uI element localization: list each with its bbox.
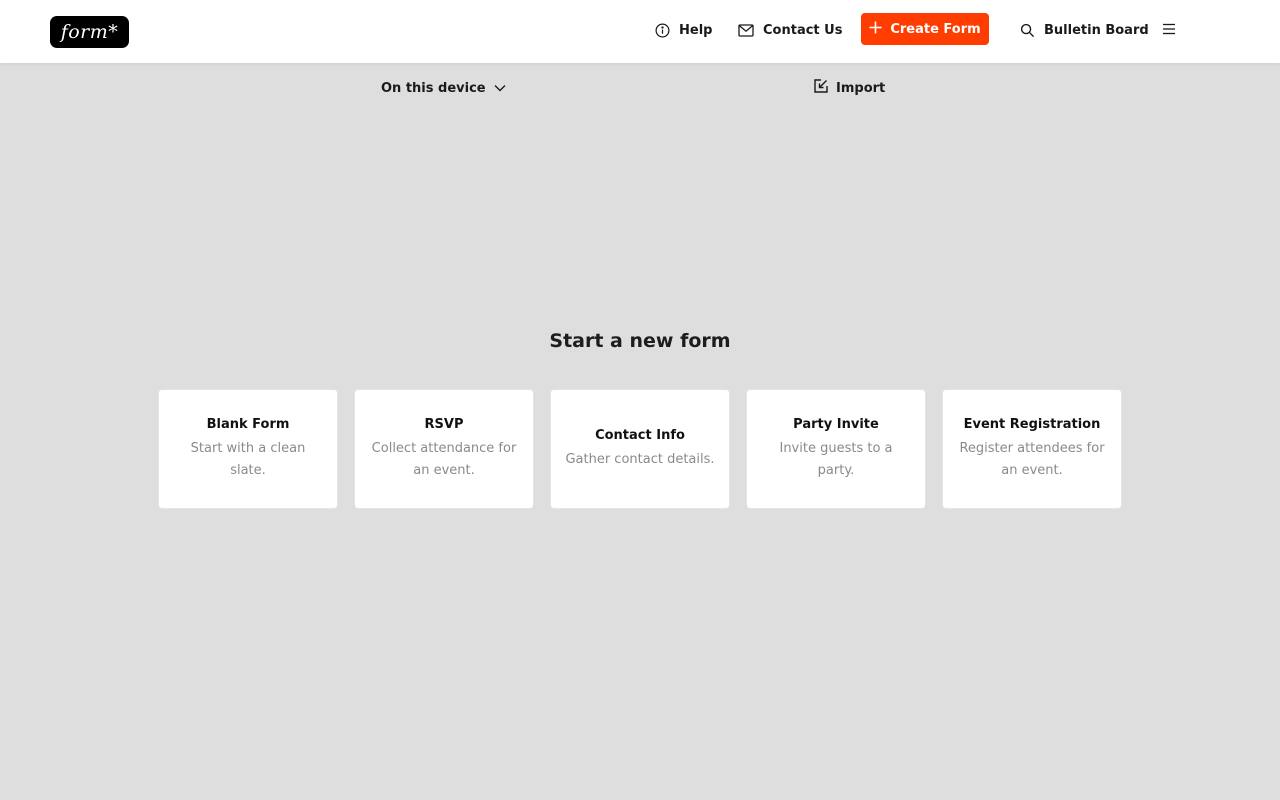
template-description: Gather contact details. bbox=[565, 451, 715, 467]
template-description: Invite guests to a party. bbox=[779, 440, 893, 478]
template-list: Blank Form Start with a clean slate. RSV… bbox=[158, 389, 1122, 509]
import-label: Import bbox=[836, 80, 886, 96]
template-card-party-invite[interactable]: Party Invite Invite guests to a party. bbox=[746, 389, 926, 509]
form-logo[interactable]: form* bbox=[50, 16, 129, 48]
info-icon bbox=[655, 23, 670, 38]
storage-location-label: On this device bbox=[381, 80, 486, 96]
import-icon bbox=[814, 79, 828, 97]
template-title: RSVP bbox=[424, 416, 464, 432]
contact-us-label: Contact Us bbox=[763, 22, 843, 38]
template-title: Party Invite bbox=[793, 416, 879, 432]
bulletin-board-link[interactable]: Bulletin Board bbox=[1020, 19, 1149, 41]
hamburger-menu-button[interactable] bbox=[1161, 21, 1177, 37]
search-icon bbox=[1020, 23, 1035, 38]
create-form-button[interactable]: Create Form bbox=[861, 13, 989, 45]
contact-us-link[interactable]: Contact Us bbox=[738, 19, 842, 41]
page-title: Start a new form bbox=[549, 330, 731, 352]
bulletin-board-label: Bulletin Board bbox=[1044, 22, 1149, 38]
top-navigation-bar: form* Help Contact Us Create Form Bullet… bbox=[0, 0, 1280, 63]
template-title: Blank Form bbox=[206, 416, 290, 432]
template-card-contact-info[interactable]: Contact Info Gather contact details. bbox=[550, 389, 730, 509]
template-description: Register attendees for an event. bbox=[959, 440, 1105, 478]
create-form-label: Create Form bbox=[890, 21, 981, 37]
template-card-event-registration[interactable]: Event Registration Register attendees fo… bbox=[942, 389, 1122, 509]
storage-location-dropdown[interactable]: On this device bbox=[381, 78, 506, 98]
template-card-blank-form[interactable]: Blank Form Start with a clean slate. bbox=[158, 389, 338, 509]
mail-icon bbox=[738, 23, 754, 37]
plus-icon bbox=[869, 21, 882, 38]
chevron-down-icon bbox=[494, 81, 506, 96]
template-title: Event Registration bbox=[963, 416, 1101, 432]
hamburger-menu-icon bbox=[1161, 22, 1177, 41]
help-link[interactable]: Help bbox=[655, 19, 712, 41]
template-title: Contact Info bbox=[595, 427, 685, 443]
template-description: Collect attendance for an event. bbox=[371, 440, 517, 478]
template-card-rsvp[interactable]: RSVP Collect attendance for an event. bbox=[354, 389, 534, 509]
template-description: Start with a clean slate. bbox=[190, 440, 306, 478]
help-label: Help bbox=[679, 22, 713, 38]
import-button[interactable]: Import bbox=[814, 78, 885, 98]
